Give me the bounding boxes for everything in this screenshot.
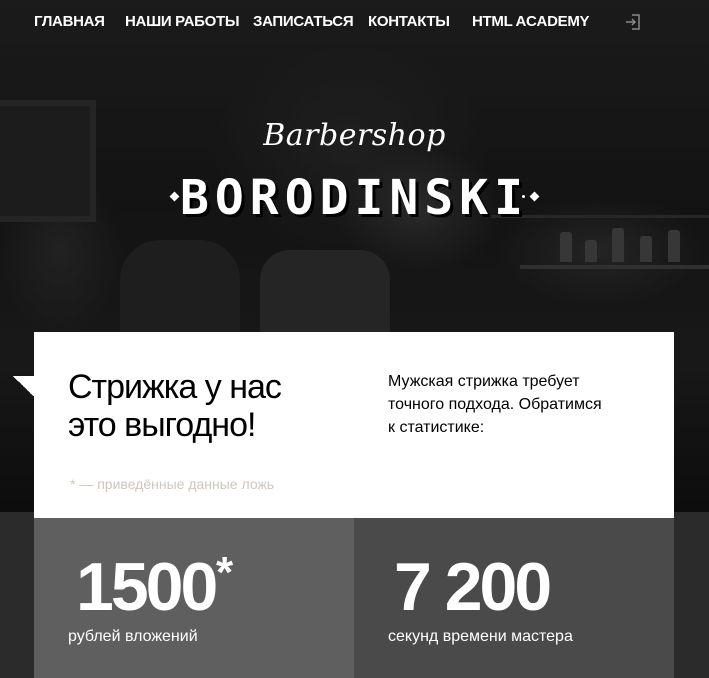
promo-flag: [12, 376, 34, 396]
promo-text-line: к статистике:: [388, 419, 485, 436]
promo-title-line: это выгодно!: [68, 406, 256, 444]
logo-right-dot: [522, 195, 525, 198]
main-nav: ГЛАВНАЯ НАШИ РАБОТЫ ЗАПИСАТЬСЯ КОНТАКТЫ …: [0, 0, 709, 46]
promo-title: Стрижка у нас это выгодно!: [68, 368, 328, 444]
stat-master-time: 7 200 секунд времени мастера: [354, 518, 674, 678]
stat-label: секунд времени мастера: [388, 628, 573, 645]
stat-investment: 1500 * рублей вложений: [34, 518, 354, 678]
stat-footnote-star: *: [216, 548, 234, 597]
nav-item-home[interactable]: ГЛАВНАЯ: [34, 13, 105, 30]
login-icon[interactable]: [624, 13, 642, 31]
stat-value: 7 200: [394, 549, 552, 625]
logo-script: Barbershop: [263, 118, 446, 153]
promo-title-line: Стрижка у нас: [68, 368, 282, 406]
promo-text-line: Мужская стрижка требует: [388, 373, 580, 390]
logo-left-dot: [183, 195, 186, 198]
nav-item-html-academy[interactable]: HTML ACADEMY: [472, 13, 590, 30]
stat-value: 1500: [76, 549, 218, 625]
promo-text-line: точного подхода. Обратимся: [388, 396, 602, 413]
promo-footnote: * — приведённые данные ложь: [70, 476, 275, 492]
nav-item-booking[interactable]: ЗАПИСАТЬСЯ: [253, 13, 354, 30]
promo-text: Мужская стрижка требует точного подхода.…: [388, 370, 628, 439]
login-icon-graphic: [626, 14, 640, 30]
nav-item-contacts[interactable]: КОНТАКТЫ: [368, 13, 450, 30]
nav-item-works[interactable]: НАШИ РАБОТЫ: [125, 13, 240, 30]
logo-main: BORODINSKI: [180, 170, 529, 226]
stat-label: рублей вложений: [68, 628, 198, 645]
stats-side-bg: [0, 512, 34, 678]
stats-side-bg: [674, 512, 709, 678]
